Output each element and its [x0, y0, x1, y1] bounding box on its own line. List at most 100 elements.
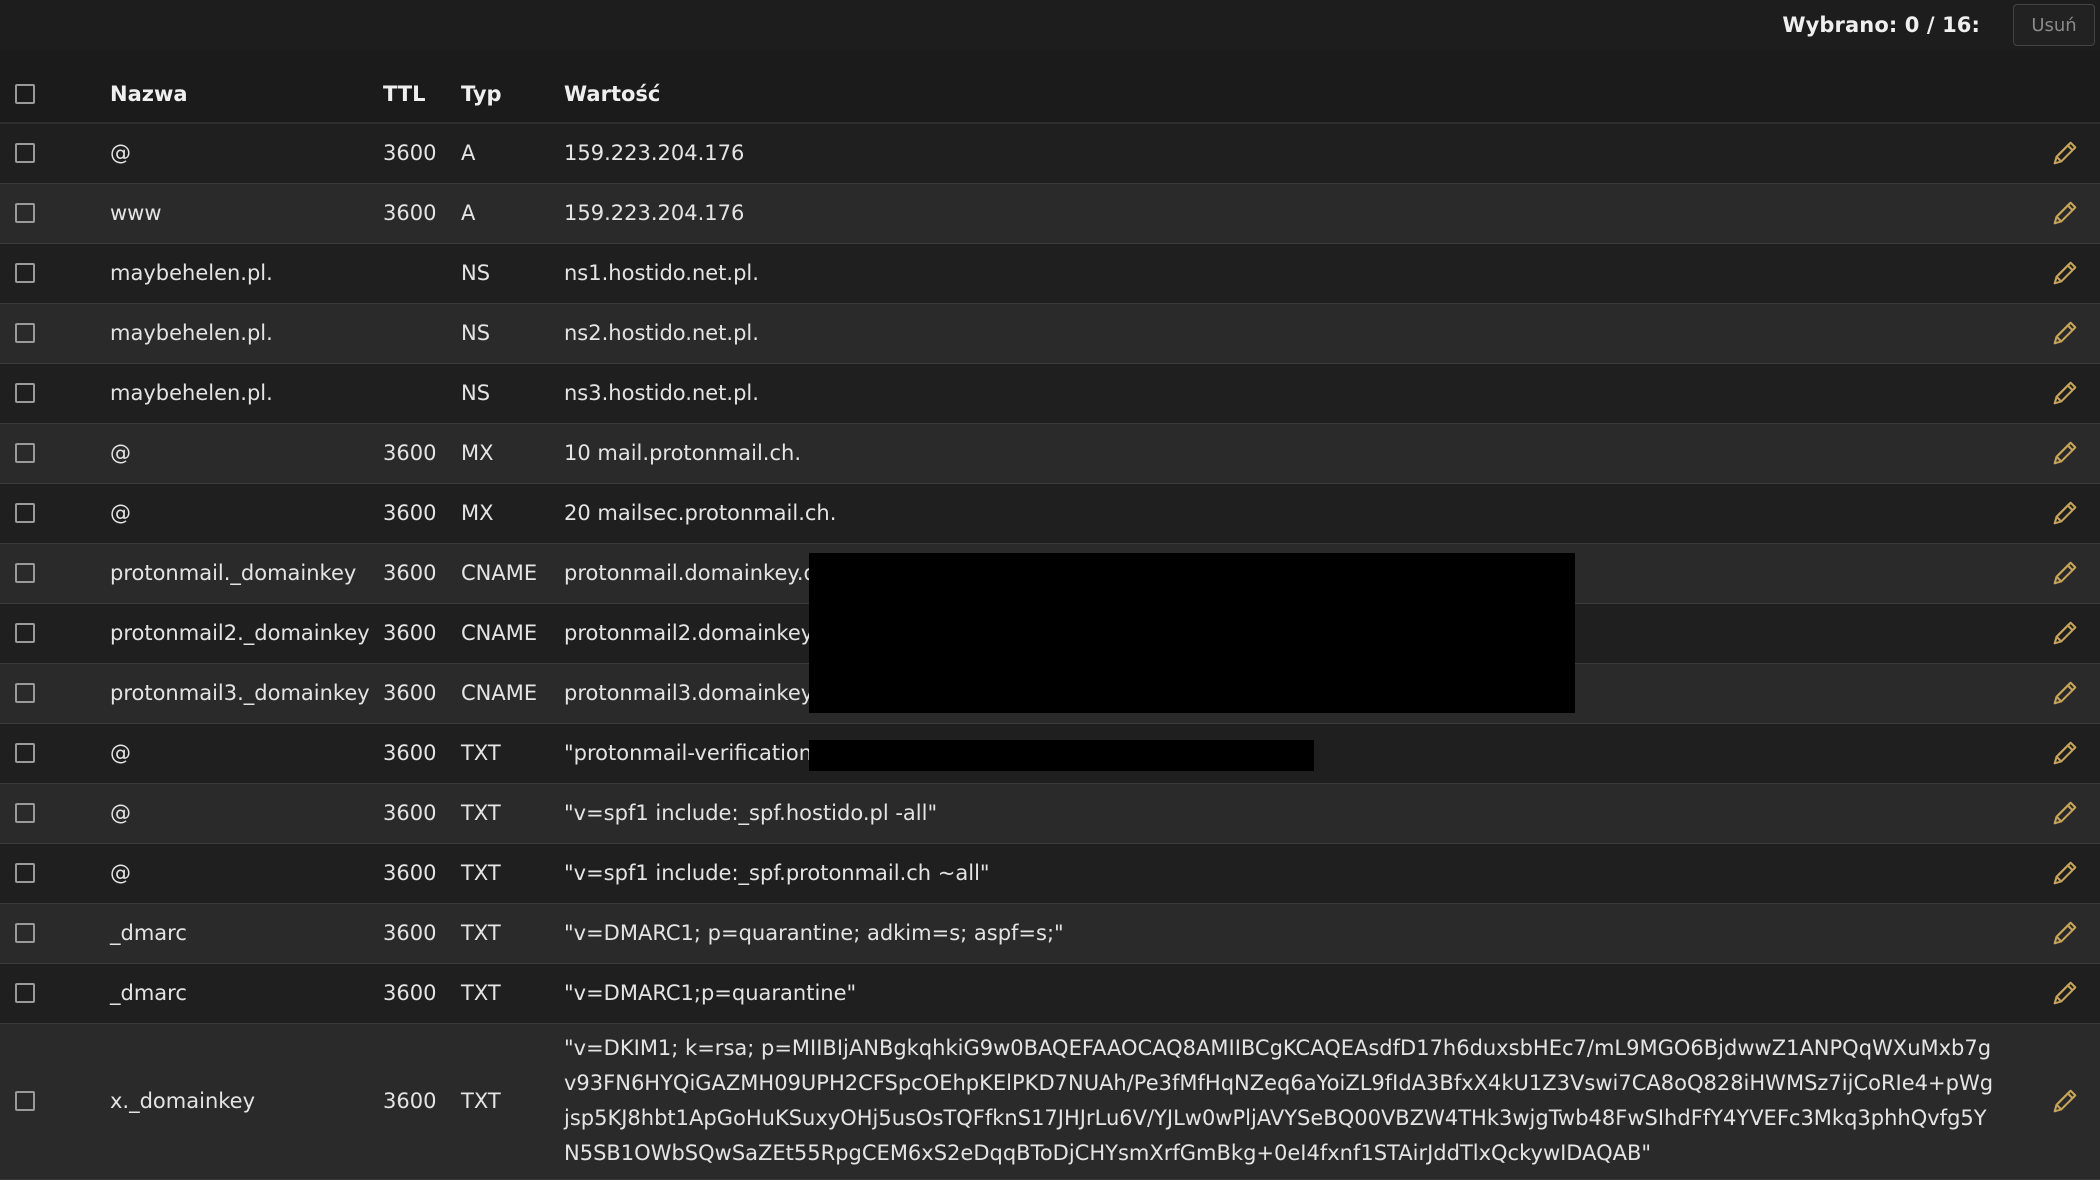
row-actions [2050, 243, 2100, 303]
record-value-cell: 10 mail.protonmail.ch. [564, 423, 2050, 483]
redaction-box [809, 740, 1314, 771]
record-value: ns1.hostido.net.pl. [564, 260, 759, 285]
pencil-icon[interactable] [2050, 978, 2080, 1008]
row-actions [2050, 843, 2100, 903]
pencil-icon[interactable] [2050, 378, 2080, 408]
selection-counter: Wybrano: 0 / 16: [1782, 13, 1980, 37]
pencil-icon[interactable] [2050, 498, 2080, 528]
row-checkbox[interactable] [15, 143, 35, 164]
row-select-cell [0, 483, 110, 543]
table-row: @3600 TXT "v=spf1 include:_spf.protonmail.… [0, 843, 2100, 903]
table-row: @3600 MX 10 mail.protonmail.ch. [0, 423, 2100, 483]
header-value[interactable]: Wartość [564, 65, 2050, 124]
row-checkbox[interactable] [15, 743, 35, 763]
table-row: @3600 TXT "v=spf1 include:_spf.hostido.pl … [0, 783, 2100, 843]
row-checkbox[interactable] [15, 983, 35, 1003]
record-ttl: 3600 [383, 441, 437, 465]
record-value: 159.223.204.176 [564, 200, 745, 225]
record-type: CNAME [461, 621, 538, 645]
record-value-cell: "v=spf1 include:_spf.protonmail.ch ~all" [564, 843, 2050, 903]
record-name: @ [110, 441, 131, 465]
pencil-icon[interactable] [2050, 918, 2080, 948]
record-ttl: 3600 [383, 561, 437, 585]
record-value: "v=DMARC1;p=quarantine" [564, 980, 857, 1005]
record-name: protonmail3._domainkey [110, 681, 370, 705]
record-name: _dmarc [110, 921, 187, 945]
row-checkbox[interactable] [15, 323, 35, 343]
pencil-icon[interactable] [2050, 1086, 2080, 1116]
record-ttl: 3600 [383, 741, 437, 765]
record-value-cell: ns1.hostido.net.pl. [564, 243, 2050, 303]
delete-button[interactable]: Usuń [2013, 4, 2095, 46]
record-value: ns3.hostido.net.pl. [564, 380, 759, 405]
record-ttl: 3600 [383, 141, 437, 166]
table-row: _dmarc 3600 TXT "v=DMARC1; p=quarantine; ad… [0, 903, 2100, 963]
row-checkbox[interactable] [15, 263, 35, 283]
row-checkbox[interactable] [15, 683, 35, 703]
table-row: @3600 MX 20 mailsec.protonmail.ch. [0, 483, 2100, 543]
record-name: protonmail._domainkey [110, 561, 357, 585]
header-ttl[interactable]: TTL [383, 65, 461, 124]
record-ttl: 3600 [383, 681, 437, 705]
pencil-icon[interactable] [2050, 858, 2080, 888]
row-checkbox[interactable] [15, 443, 35, 463]
record-ttl [383, 363, 461, 423]
row-select-cell [0, 183, 110, 243]
record-value-cell: 159.223.204.176 [564, 183, 2050, 243]
row-checkbox[interactable] [15, 563, 35, 583]
row-checkbox[interactable] [15, 383, 35, 403]
record-type: TXT [461, 741, 501, 765]
record-type: TXT [461, 801, 501, 825]
header-name[interactable]: Nazwa [110, 65, 383, 124]
pencil-icon[interactable] [2050, 558, 2080, 588]
pencil-icon[interactable] [2050, 258, 2080, 288]
select-all-checkbox[interactable] [15, 83, 35, 104]
row-actions [2050, 183, 2100, 243]
pencil-icon[interactable] [2050, 138, 2080, 168]
row-actions [2050, 663, 2100, 723]
record-value-cell: ns3.hostido.net.pl. [564, 363, 2050, 423]
record-name: @ [110, 501, 131, 525]
row-checkbox[interactable] [15, 203, 35, 223]
record-value: "v=DKIM1; k=rsa; p=MIIBIjANBgkqhkiG9w0BA… [564, 1036, 1994, 1165]
row-actions [2050, 363, 2100, 423]
table-header-row: Nazwa TTL Typ Wartość [0, 65, 2100, 124]
table-row: www 3600 A 159.223.204.176 [0, 183, 2100, 243]
record-name: @ [110, 141, 131, 166]
record-ttl: 3600 [383, 981, 437, 1005]
row-select-cell [0, 603, 110, 663]
row-checkbox[interactable] [15, 803, 35, 823]
row-checkbox[interactable] [15, 923, 35, 943]
pencil-icon[interactable] [2050, 678, 2080, 708]
record-value-cell: 159.223.204.176 [564, 123, 2050, 183]
record-value: "v=spf1 include:_spf.protonmail.ch ~all" [564, 860, 990, 885]
record-name: maybehelen.pl. [110, 261, 273, 285]
row-checkbox[interactable] [15, 1091, 35, 1111]
pencil-icon[interactable] [2050, 438, 2080, 468]
pencil-icon[interactable] [2050, 198, 2080, 228]
row-checkbox[interactable] [15, 623, 35, 643]
record-value-cell: "v=DKIM1; k=rsa; p=MIIBIjANBgkqhkiG9w0BA… [564, 1023, 2050, 1179]
pencil-icon[interactable] [2050, 798, 2080, 828]
row-actions [2050, 783, 2100, 843]
header-type[interactable]: Typ [461, 65, 564, 124]
row-select-cell [0, 303, 110, 363]
row-select-cell [0, 423, 110, 483]
row-actions [2050, 903, 2100, 963]
pencil-icon[interactable] [2050, 318, 2080, 348]
row-checkbox[interactable] [15, 503, 35, 523]
record-type: NS [461, 381, 491, 405]
record-type: TXT [461, 981, 501, 1005]
record-ttl [383, 243, 461, 303]
record-name: protonmail2._domainkey [110, 621, 370, 645]
pencil-icon[interactable] [2050, 618, 2080, 648]
record-name: x._domainkey [110, 1089, 256, 1113]
record-name: _dmarc [110, 981, 187, 1005]
record-value-cell: 20 mailsec.protonmail.ch. [564, 483, 2050, 543]
record-type: A [461, 141, 476, 166]
pencil-icon[interactable] [2050, 738, 2080, 768]
record-value: "protonmail-verification= [564, 740, 830, 765]
row-checkbox[interactable] [15, 863, 35, 883]
record-type: NS [461, 321, 491, 345]
row-select-cell [0, 963, 110, 1023]
